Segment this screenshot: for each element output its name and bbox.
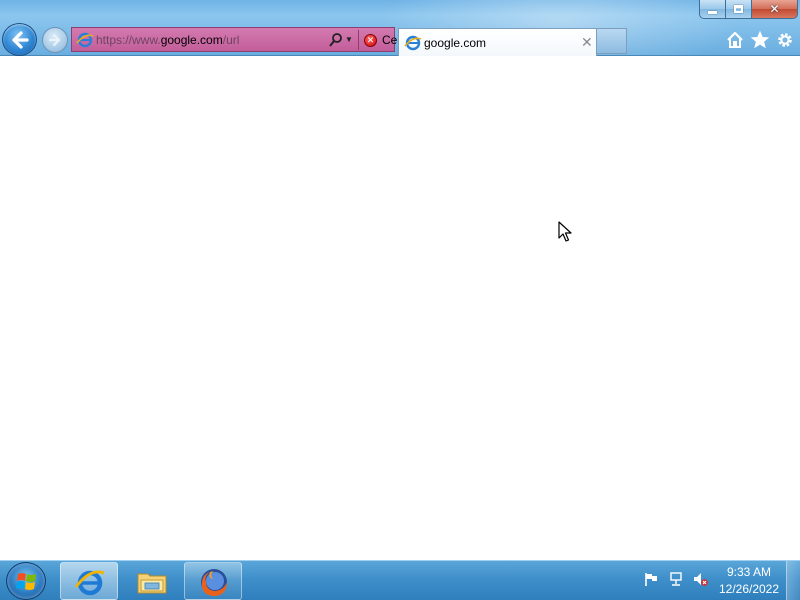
page-content[interactable] — [0, 56, 800, 560]
close-icon: ✕ — [769, 2, 780, 16]
search-icon[interactable] — [328, 32, 344, 48]
tools-gear-icon[interactable] — [775, 30, 795, 50]
back-arrow-icon — [11, 30, 29, 49]
start-button[interactable] — [6, 562, 46, 600]
volume-muted-icon[interactable] — [692, 571, 708, 587]
tab-google[interactable]: google.com ✕ — [398, 28, 597, 56]
back-button[interactable] — [2, 23, 37, 56]
url-prefix: https://www. — [96, 33, 161, 47]
taskbar-internet-explorer[interactable] — [60, 562, 118, 600]
tab-title: google.com — [424, 36, 487, 50]
minimize-icon — [708, 10, 717, 14]
favorites-star-icon[interactable] — [750, 30, 770, 50]
firefox-icon — [201, 569, 227, 596]
window-caption-buttons: ✕ — [699, 0, 798, 20]
certificate-error-icon[interactable]: ✕ — [364, 34, 377, 47]
clock-date[interactable]: 12/26/2022 — [716, 582, 782, 596]
minimize-button[interactable] — [699, 0, 726, 19]
taskbar-firefox[interactable] — [184, 562, 242, 600]
restore-button[interactable] — [726, 0, 752, 19]
taskbar-windows-explorer[interactable] — [122, 562, 180, 600]
mouse-cursor-icon — [558, 221, 572, 242]
clock-time[interactable]: 9:33 AM — [716, 565, 782, 579]
forward-arrow-icon — [48, 33, 61, 47]
windows-logo-icon — [16, 573, 36, 590]
network-icon[interactable] — [668, 571, 684, 587]
address-bar[interactable]: https://www.google.com/url ▼ ✕ Certific.… — [71, 27, 462, 52]
address-dropdown-icon[interactable]: ▼ — [345, 35, 353, 44]
url-suffix: /url — [222, 33, 240, 47]
forward-button[interactable] — [42, 27, 68, 53]
ie-page-icon — [76, 32, 94, 48]
windows-explorer-icon — [137, 573, 167, 594]
address-divider — [358, 30, 359, 50]
ie-tab-icon — [404, 35, 422, 51]
tab-close-icon[interactable]: ✕ — [581, 34, 593, 51]
restore-icon — [734, 5, 743, 13]
action-center-flag-icon[interactable] — [643, 571, 659, 587]
url-host: google.com — [160, 33, 223, 47]
internet-explorer-icon — [74, 570, 105, 596]
close-button[interactable]: ✕ — [752, 0, 798, 19]
home-icon[interactable] — [725, 30, 745, 50]
new-tab-button[interactable] — [597, 28, 627, 54]
address-url[interactable]: https://www.google.com/url — [96, 33, 320, 49]
show-desktop-button[interactable] — [786, 561, 800, 600]
